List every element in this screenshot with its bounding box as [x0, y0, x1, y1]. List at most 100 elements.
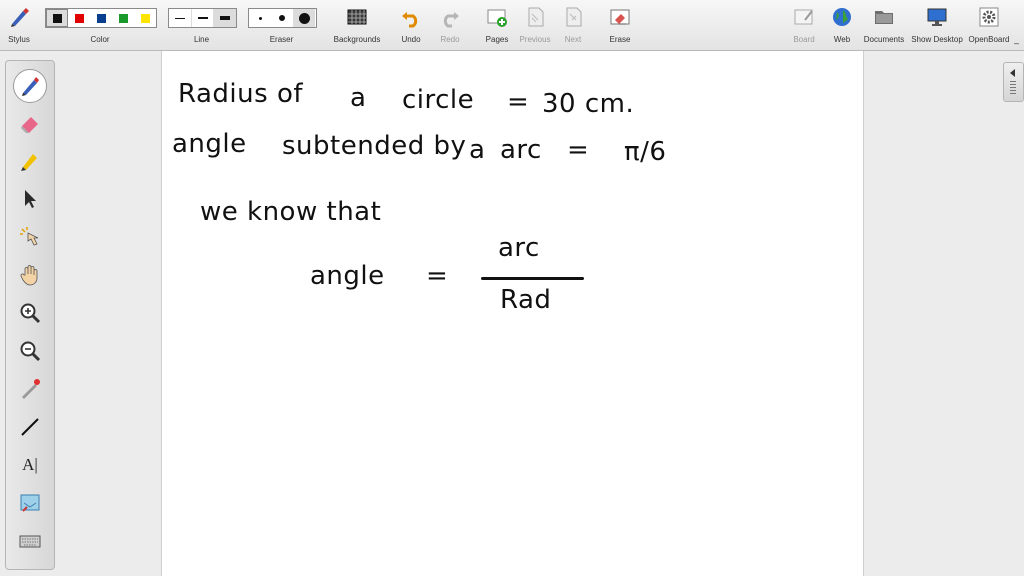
- documents-button[interactable]: Documents: [862, 0, 906, 50]
- marker-tool[interactable]: [14, 145, 46, 177]
- color-swatch-green[interactable]: [112, 9, 134, 27]
- previous-page-button[interactable]: Previous: [516, 0, 554, 50]
- capture-tool[interactable]: [14, 487, 46, 519]
- pen-icon: [22, 77, 39, 96]
- eraser-icon: [21, 117, 38, 133]
- window-minimize-icon: –: [1014, 38, 1020, 48]
- openboard-label: OpenBoard: [968, 35, 1010, 44]
- board-text-eq-angle: angle: [310, 261, 385, 291]
- openboard-menu-button[interactable]: OpenBoard: [966, 0, 1012, 50]
- board-text-equals-1: =: [507, 87, 530, 117]
- globe-icon: [831, 6, 853, 28]
- line-icon: [21, 418, 39, 436]
- fraction-bar: [481, 277, 584, 280]
- color-swatch-blue[interactable]: [90, 9, 112, 27]
- color-label: Color: [90, 35, 110, 44]
- eraser-medium-option[interactable]: [271, 9, 293, 27]
- zoom-out-icon: [20, 341, 41, 362]
- monitor-icon: [926, 6, 948, 28]
- hand-icon: [20, 265, 38, 286]
- line-medium-option[interactable]: [192, 9, 215, 27]
- chevron-left-icon: [1010, 69, 1015, 77]
- board-mode-button[interactable]: Board: [789, 0, 819, 50]
- eraser-tool[interactable]: [14, 107, 46, 139]
- stylus-button[interactable]: Stylus: [2, 0, 36, 50]
- line-thin-option[interactable]: [169, 9, 192, 27]
- tool-palette: A|: [5, 60, 55, 570]
- laser-pointer-icon: [22, 379, 40, 399]
- documents-label: Documents: [863, 35, 905, 44]
- board-text-a-2: a: [469, 135, 486, 165]
- line-tool[interactable]: [14, 411, 46, 443]
- right-panel-toggle[interactable]: [1003, 62, 1024, 102]
- virtual-keyboard-tool[interactable]: [14, 525, 46, 557]
- undo-button[interactable]: Undo: [396, 0, 426, 50]
- backgrounds-label: Backgrounds: [333, 35, 381, 44]
- board-text-subtended-by: subtended by: [282, 131, 467, 161]
- next-page-icon: [562, 6, 584, 28]
- folder-icon: [873, 6, 895, 28]
- laser-pointer-tool[interactable]: [14, 373, 46, 405]
- eraser-large-option[interactable]: [293, 9, 315, 27]
- line-thick-option[interactable]: [214, 9, 237, 27]
- capture-icon: [20, 494, 40, 512]
- board-text-a: a: [350, 83, 367, 113]
- text-tool[interactable]: A|: [14, 449, 46, 481]
- line-label: Line: [193, 35, 210, 44]
- pen-tool[interactable]: [13, 69, 47, 103]
- eraser-size-group: Eraser: [248, 0, 317, 50]
- board-text-angle: angle: [172, 129, 247, 159]
- board-text-arc: arc: [500, 135, 542, 165]
- grip-icon: [1010, 81, 1016, 95]
- stylus-label: Stylus: [8, 35, 30, 44]
- board-text-eq-equals: =: [426, 261, 449, 291]
- board-text-radius-of: Radius of: [178, 79, 304, 109]
- erase-board-button[interactable]: Erase: [605, 0, 635, 50]
- color-swatch-yellow[interactable]: [134, 9, 156, 27]
- color-swatches: [45, 8, 157, 28]
- board-text-denominator-rad: Rad: [500, 285, 552, 315]
- redo-label: Redo: [440, 35, 460, 44]
- main-toolbar: Stylus Color Line Eraser Backgrounds Und…: [0, 0, 1024, 51]
- zoom-out-tool[interactable]: [14, 335, 46, 367]
- web-button[interactable]: Web: [827, 0, 857, 50]
- web-label: Web: [833, 35, 851, 44]
- line-width-group: Line: [168, 0, 237, 50]
- board-icon: [793, 6, 815, 28]
- whiteboard-canvas[interactable]: Radius of a circle = 30 cm. angle subten…: [161, 51, 864, 576]
- redo-button[interactable]: Redo: [435, 0, 465, 50]
- board-text-we-know-that: we know that: [200, 197, 382, 227]
- board-text-circle: circle: [402, 85, 475, 115]
- show-desktop-button[interactable]: Show Desktop: [910, 0, 964, 50]
- selector-icon: [25, 190, 36, 208]
- color-swatch-red[interactable]: [68, 9, 90, 27]
- board-label: Board: [793, 35, 815, 44]
- erase-label: Erase: [609, 35, 631, 44]
- backgrounds-button[interactable]: Backgrounds: [330, 0, 384, 50]
- add-page-icon: [486, 6, 508, 28]
- zoom-in-icon: [20, 303, 41, 324]
- hand-tool[interactable]: [14, 259, 46, 291]
- eraser-label: Eraser: [269, 35, 294, 44]
- board-text-equals-2: =: [567, 135, 590, 165]
- keyboard-icon: [19, 535, 41, 548]
- eraser-small-option[interactable]: [249, 9, 271, 27]
- gear-icon: [978, 6, 1000, 28]
- window-close-button[interactable]: –: [1012, 0, 1024, 50]
- next-page-button[interactable]: Next: [558, 0, 588, 50]
- grid-background-icon: [346, 6, 368, 28]
- undo-label: Undo: [401, 35, 421, 44]
- color-swatch-black[interactable]: [46, 9, 68, 27]
- show-desktop-label: Show Desktop: [911, 35, 963, 44]
- zoom-in-tool[interactable]: [14, 297, 46, 329]
- erase-board-icon: [609, 6, 631, 28]
- line-width-options: [168, 8, 237, 28]
- interactor-tool[interactable]: [14, 221, 46, 253]
- pages-button[interactable]: Pages: [481, 0, 513, 50]
- undo-icon: [400, 6, 422, 28]
- board-text-30cm: 30 cm.: [542, 89, 635, 119]
- selector-tool[interactable]: [14, 183, 46, 215]
- previous-label: Previous: [519, 35, 551, 44]
- pages-label: Pages: [485, 35, 509, 44]
- interactor-icon: [20, 227, 39, 246]
